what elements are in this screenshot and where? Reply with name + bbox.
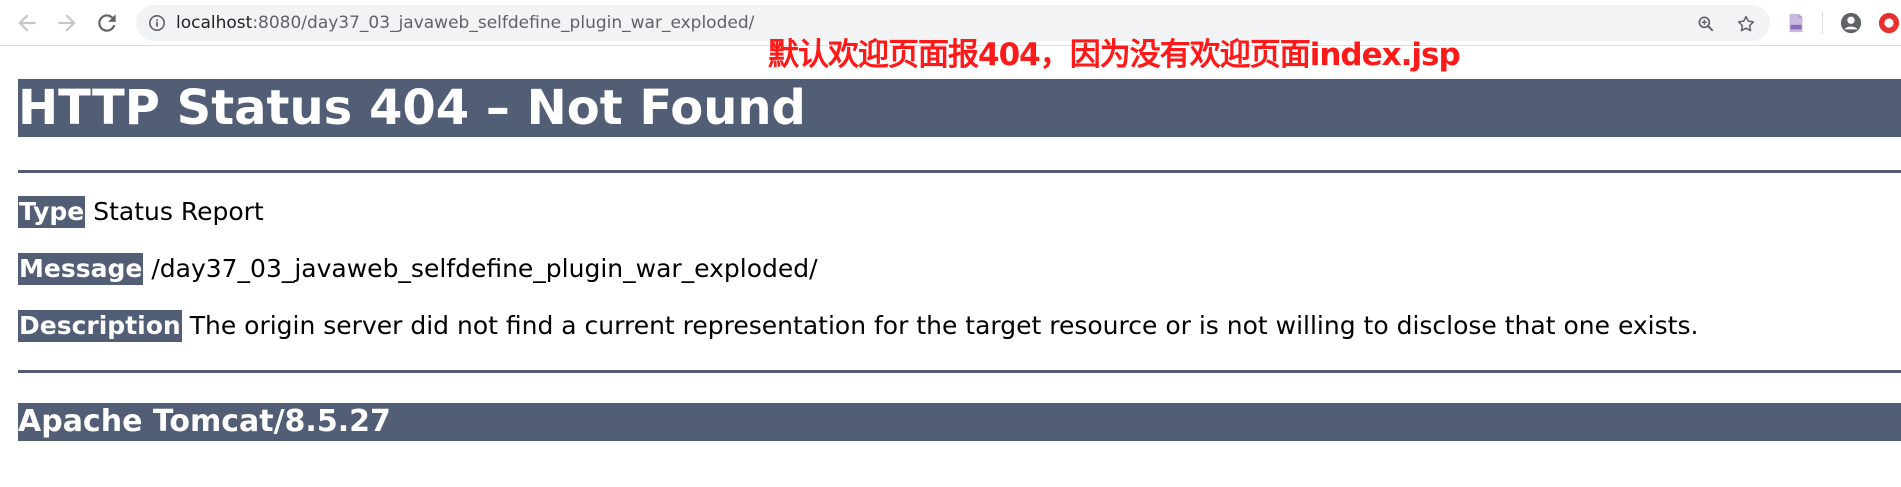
type-row: Type Status Report bbox=[18, 196, 264, 228]
info-icon[interactable] bbox=[148, 14, 166, 32]
type-value: Status Report bbox=[93, 197, 264, 226]
forward-icon[interactable] bbox=[54, 10, 80, 36]
opera-extension-icon[interactable] bbox=[1878, 12, 1900, 34]
message-row: Message/day37_03_javaweb_selfdefine_plug… bbox=[18, 253, 818, 285]
page-title: HTTP Status 404 – Not Found bbox=[18, 79, 1901, 137]
zoom-icon[interactable] bbox=[1696, 14, 1716, 34]
profile-icon[interactable] bbox=[1840, 12, 1862, 34]
back-icon[interactable] bbox=[14, 10, 40, 36]
description-row: Description The origin server did not fin… bbox=[18, 310, 1698, 342]
url-host: localhost bbox=[176, 13, 253, 33]
divider-top bbox=[18, 170, 1901, 173]
error-page: HTTP Status 404 – Not Found Type Status R… bbox=[0, 46, 1901, 487]
reload-icon[interactable] bbox=[94, 10, 120, 36]
pdf-extension-icon[interactable] bbox=[1785, 12, 1807, 34]
url-path: :8080/day37_03_javaweb_selfdefine_plugin… bbox=[252, 13, 755, 33]
description-label: Description bbox=[18, 310, 182, 342]
divider-bottom bbox=[18, 370, 1901, 373]
url-text[interactable]: localhost:8080/day37_03_javaweb_selfdefi… bbox=[176, 13, 754, 33]
toolbar-divider bbox=[1822, 12, 1823, 34]
message-label: Message bbox=[18, 253, 144, 285]
server-info: Apache Tomcat/8.5.27 bbox=[18, 403, 1901, 441]
type-label: Type bbox=[18, 196, 86, 228]
message-value: /day37_03_javaweb_selfdefine_plugin_war_… bbox=[151, 254, 818, 283]
star-icon[interactable] bbox=[1736, 14, 1756, 34]
description-value: The origin server did not find a current… bbox=[189, 311, 1699, 340]
